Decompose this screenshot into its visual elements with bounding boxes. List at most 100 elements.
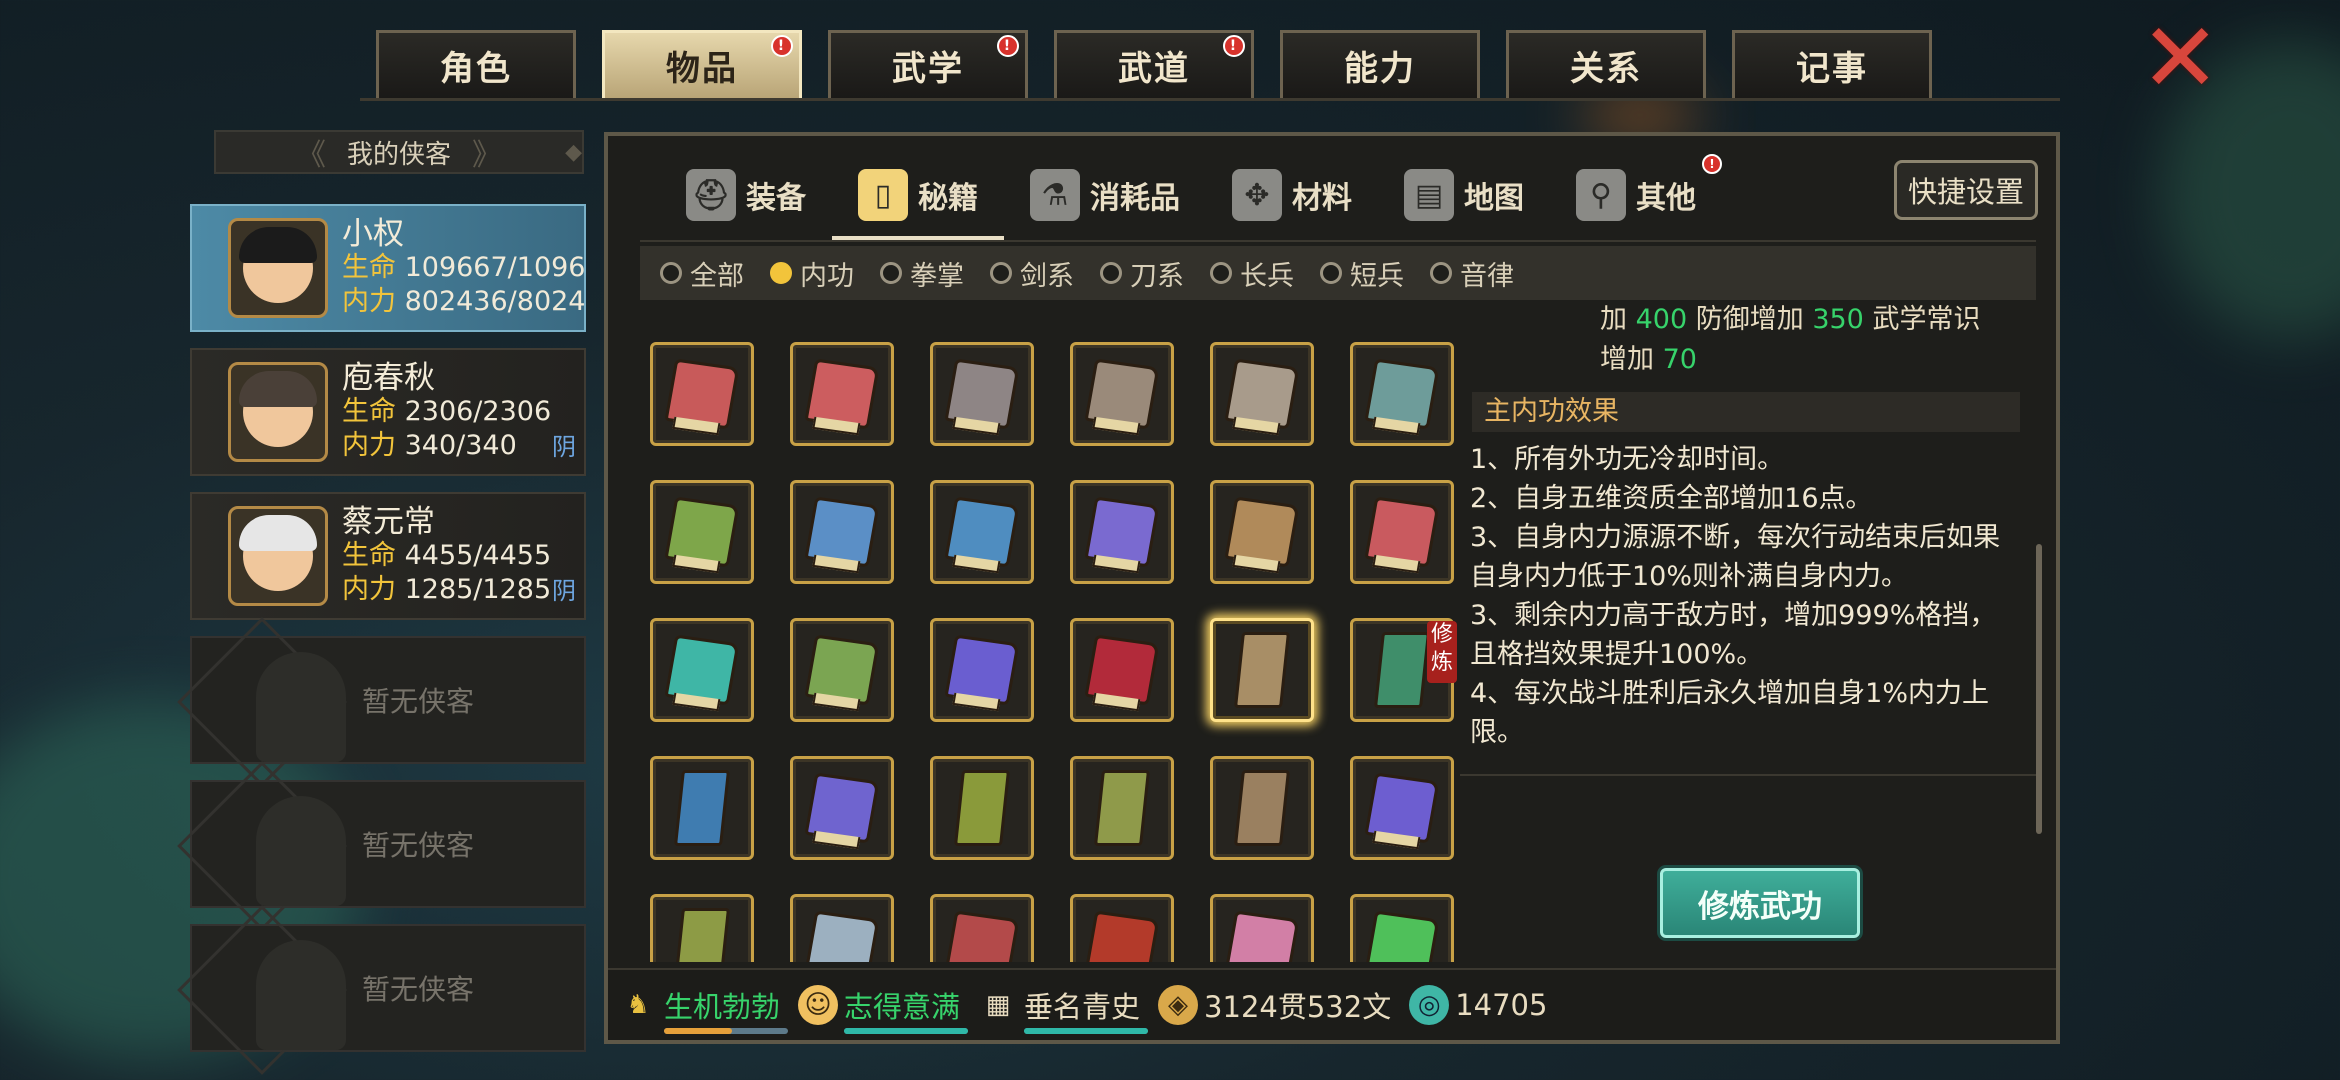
tab-abilities[interactable]: 能力 xyxy=(1280,30,1480,98)
helmet-icon: ⛑ xyxy=(686,169,736,221)
scroll-icon xyxy=(1234,632,1290,708)
tab-martial-arts[interactable]: 武学! xyxy=(828,30,1028,98)
book-icon xyxy=(1084,358,1160,430)
divider xyxy=(360,98,2060,101)
manual-slot[interactable] xyxy=(1070,480,1174,584)
manual-slot[interactable] xyxy=(930,618,1034,722)
manual-slot[interactable] xyxy=(650,342,754,446)
radio-icon xyxy=(770,262,792,284)
manual-slot[interactable] xyxy=(1350,756,1454,860)
manual-slot[interactable] xyxy=(1210,480,1314,584)
manual-slot[interactable] xyxy=(1070,618,1174,722)
character-name: 蔡元常 xyxy=(342,504,435,540)
money-status: ◈ 3124贯532文 xyxy=(1158,984,1391,1026)
manual-slot[interactable] xyxy=(790,618,894,722)
character-card-caiyuanchang[interactable]: 蔡元常 生命 4455/4455 内力 1285/1285 阴 xyxy=(190,492,586,620)
scroll-icon xyxy=(1374,632,1430,708)
book-icon xyxy=(804,772,880,844)
manual-slot[interactable] xyxy=(930,894,1034,962)
radio-icon xyxy=(1430,262,1452,284)
filter-short-weapon[interactable]: 短兵 xyxy=(1320,254,1404,293)
filter-blade[interactable]: 刀系 xyxy=(1100,254,1184,293)
manual-slot[interactable] xyxy=(650,618,754,722)
manual-slot[interactable] xyxy=(790,756,894,860)
manual-slot[interactable] xyxy=(1210,618,1314,722)
character-card-paochunqiu[interactable]: 庖春秋 生命 2306/2306 内力 340/340 阴 xyxy=(190,348,586,476)
tab-manuals[interactable]: ▯ 秘籍 xyxy=(832,150,1004,240)
manual-slot[interactable] xyxy=(1350,480,1454,584)
tab-consumables[interactable]: ⚗ 消耗品 xyxy=(1004,150,1206,240)
filter-long-weapon[interactable]: 长兵 xyxy=(1210,254,1294,293)
manual-slot[interactable] xyxy=(650,756,754,860)
filter-fist[interactable]: 拳掌 xyxy=(880,254,964,293)
scroll-icon xyxy=(954,770,1010,846)
manual-slot[interactable] xyxy=(650,894,754,962)
manual-slot[interactable] xyxy=(930,480,1034,584)
mood-status: ☺ 志得意满 xyxy=(798,984,969,1034)
manual-slot[interactable] xyxy=(1350,342,1454,446)
manual-slot[interactable]: 修炼 xyxy=(1350,618,1457,722)
filter-all[interactable]: 全部 xyxy=(660,254,744,293)
tab-equipment[interactable]: ⛑ 装备 xyxy=(660,150,832,240)
tab-character[interactable]: 角色 xyxy=(376,30,576,98)
manual-slot[interactable] xyxy=(1210,894,1314,962)
filter-sword[interactable]: 剑系 xyxy=(990,254,1074,293)
radio-icon xyxy=(660,262,682,284)
tab-items[interactable]: 物品! xyxy=(602,30,802,98)
roster-header: 《 我的侠客 》 ◆ xyxy=(214,130,584,174)
tab-others[interactable]: ⚲ 其他! xyxy=(1550,150,1722,240)
manual-slot[interactable] xyxy=(930,756,1034,860)
character-card-xiaoquan[interactable]: 小权 生命 109667/109667 内力 802436/802436 xyxy=(190,204,586,332)
tab-materials[interactable]: ✥ 材料 xyxy=(1206,150,1378,240)
yin-tag: 阴 xyxy=(552,577,576,605)
chevron-left-icon: 《 xyxy=(296,138,326,173)
manual-slot[interactable] xyxy=(790,342,894,446)
quick-settings-button[interactable]: 快捷设置 xyxy=(1894,160,2038,220)
description-scrollbar[interactable] xyxy=(2036,544,2042,834)
tab-label: 秘籍 xyxy=(918,181,978,216)
radio-icon xyxy=(1100,262,1122,284)
life-label: 生命 xyxy=(342,396,396,427)
close-icon[interactable]: ✕ xyxy=(2140,10,2220,106)
filter-bar: 全部 内功 拳掌 剑系 刀系 长兵 短兵 音律 xyxy=(640,246,2036,300)
tab-label: 角色 xyxy=(440,49,512,89)
effect-line: 4、每次战斗胜利后永久增加自身1%内力上限。 xyxy=(1470,678,1990,748)
filter-music[interactable]: 音律 xyxy=(1430,254,1514,293)
manual-slot[interactable] xyxy=(650,480,754,584)
manual-slot[interactable] xyxy=(1070,894,1174,962)
book-icon xyxy=(804,634,880,706)
empty-slot: 暂无侠客 xyxy=(177,905,586,1075)
manual-slot[interactable] xyxy=(1210,756,1314,860)
tab-relations[interactable]: 关系 xyxy=(1506,30,1706,98)
manual-slot[interactable] xyxy=(930,342,1034,446)
manual-slot[interactable] xyxy=(1350,894,1454,962)
manual-slot[interactable] xyxy=(790,894,894,962)
effects-list: 1、所有外功无冷却时间。 2、自身五维资质全部增加16点。 3、自身内力源源不断… xyxy=(1470,440,2018,752)
tab-label: 关系 xyxy=(1570,49,1642,89)
stat-bonus-text: 加 400 防御增加 350 武学常识 增加 70 xyxy=(1600,304,1981,375)
tab-journal[interactable]: 记事 xyxy=(1732,30,1932,98)
tab-label: 能力 xyxy=(1344,49,1416,89)
book-icon xyxy=(944,358,1020,430)
effect-line: 1、所有外功无冷却时间。 xyxy=(1470,444,1785,475)
arrow-right-icon: ◆ xyxy=(565,139,582,165)
manual-slot[interactable] xyxy=(1070,342,1174,446)
effect-line: 3、自身内力源源不断，每次行动结束后如果自身内力低于10%则补满自身内力。 xyxy=(1470,522,2001,592)
top-tab-bar: 角色 物品! 武学! 武道! 能力 关系 记事 xyxy=(376,30,1932,98)
divider xyxy=(640,240,2036,242)
money-value: 3124贯532文 xyxy=(1204,990,1392,1024)
fame-bar xyxy=(1024,1028,1149,1034)
empty-label: 暂无侠客 xyxy=(361,685,474,718)
manual-slot[interactable] xyxy=(1070,756,1174,860)
practice-skill-button[interactable]: 修炼武功 xyxy=(1660,868,1860,938)
filter-inner-power[interactable]: 内功 xyxy=(770,254,854,293)
tab-maps[interactable]: ▤ 地图 xyxy=(1378,150,1550,240)
radio-icon xyxy=(1210,262,1232,284)
manual-slot[interactable] xyxy=(1210,342,1314,446)
manual-slot[interactable] xyxy=(790,480,894,584)
radio-icon xyxy=(990,262,1012,284)
tab-martial-path[interactable]: 武道! xyxy=(1054,30,1254,98)
mood-icon: ☺ xyxy=(798,985,839,1025)
book-icon xyxy=(1224,910,1300,962)
tab-label: 其他 xyxy=(1636,181,1696,216)
